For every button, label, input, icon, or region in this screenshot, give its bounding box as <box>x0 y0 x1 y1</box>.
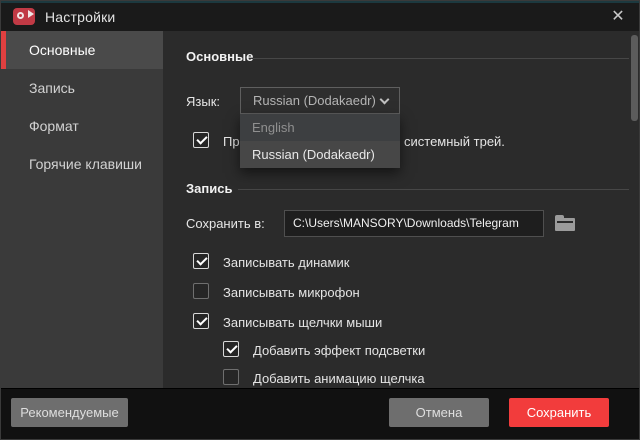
section-title-general: Основные <box>186 49 253 64</box>
save-to-label: Сохранить в: <box>186 216 265 231</box>
recorder-app-icon <box>13 8 35 25</box>
selected-accent-bar <box>1 31 6 69</box>
titlebar: Настройки ✕ <box>1 1 640 31</box>
section-divider <box>238 189 629 190</box>
save-path-input[interactable]: C:\Users\MANSORY\Downloads\Telegram <box>284 210 544 237</box>
section-title-record: Запись <box>186 181 232 196</box>
section-divider <box>253 58 629 59</box>
click-highlight-label: Добавить эффект подсветки <box>253 343 425 358</box>
vertical-scrollbar-thumb[interactable] <box>631 35 638 121</box>
language-selected-value: Russian (Dodakaedr) <box>253 93 376 108</box>
footer-bar: Рекомендуемые Отмена Сохранить <box>1 388 640 440</box>
sidebar-item-general[interactable]: Основные <box>1 31 163 69</box>
folder-icon[interactable] <box>555 215 577 231</box>
click-animation-checkbox[interactable] <box>223 369 239 385</box>
recommended-button[interactable]: Рекомендуемые <box>11 398 128 427</box>
language-options-popup: English Russian (Dodakaedr) <box>240 114 400 168</box>
language-option-english[interactable]: English <box>240 114 400 141</box>
tray-label-after: системный трей. <box>404 134 505 149</box>
record-speaker-label: Записывать динамик <box>223 255 349 270</box>
chevron-down-icon <box>380 95 390 105</box>
sidebar-item-format[interactable]: Формат <box>1 107 163 145</box>
settings-window: Настройки ✕ Основные Запись Формат Горяч… <box>0 0 640 440</box>
sidebar-item-label: Основные <box>29 42 95 58</box>
sidebar-item-label: Горячие клавиши <box>29 156 142 172</box>
camera-lens-icon <box>17 12 24 19</box>
camera-arrow-icon <box>28 10 34 18</box>
sidebar-item-label: Формат <box>29 118 79 134</box>
settings-content: Основные Язык: Russian (Dodakaedr) При с… <box>163 31 640 388</box>
sidebar-item-recording[interactable]: Запись <box>1 69 163 107</box>
language-label: Язык: <box>186 94 220 109</box>
click-animation-label: Добавить анимацию щелчка <box>253 371 425 386</box>
record-mouse-clicks-label: Записывать щелчки мыши <box>223 315 382 330</box>
cancel-button[interactable]: Отмена <box>389 398 489 427</box>
sidebar-item-hotkeys[interactable]: Горячие клавиши <box>1 145 163 183</box>
sidebar: Основные Запись Формат Горячие клавиши <box>1 31 163 388</box>
record-speaker-checkbox[interactable] <box>193 253 209 269</box>
record-microphone-label: Записывать микрофон <box>223 285 360 300</box>
sidebar-item-label: Запись <box>29 80 75 96</box>
language-dropdown[interactable]: Russian (Dodakaedr) <box>240 87 400 114</box>
language-option-russian[interactable]: Russian (Dodakaedr) <box>240 141 400 168</box>
window-title: Настройки <box>45 9 115 25</box>
tray-checkbox[interactable] <box>193 132 209 148</box>
record-mouse-clicks-checkbox[interactable] <box>193 313 209 329</box>
click-highlight-checkbox[interactable] <box>223 341 239 357</box>
save-button[interactable]: Сохранить <box>509 398 609 427</box>
window-top-edge <box>1 1 640 3</box>
record-microphone-checkbox[interactable] <box>193 283 209 299</box>
close-icon[interactable]: ✕ <box>607 6 629 28</box>
